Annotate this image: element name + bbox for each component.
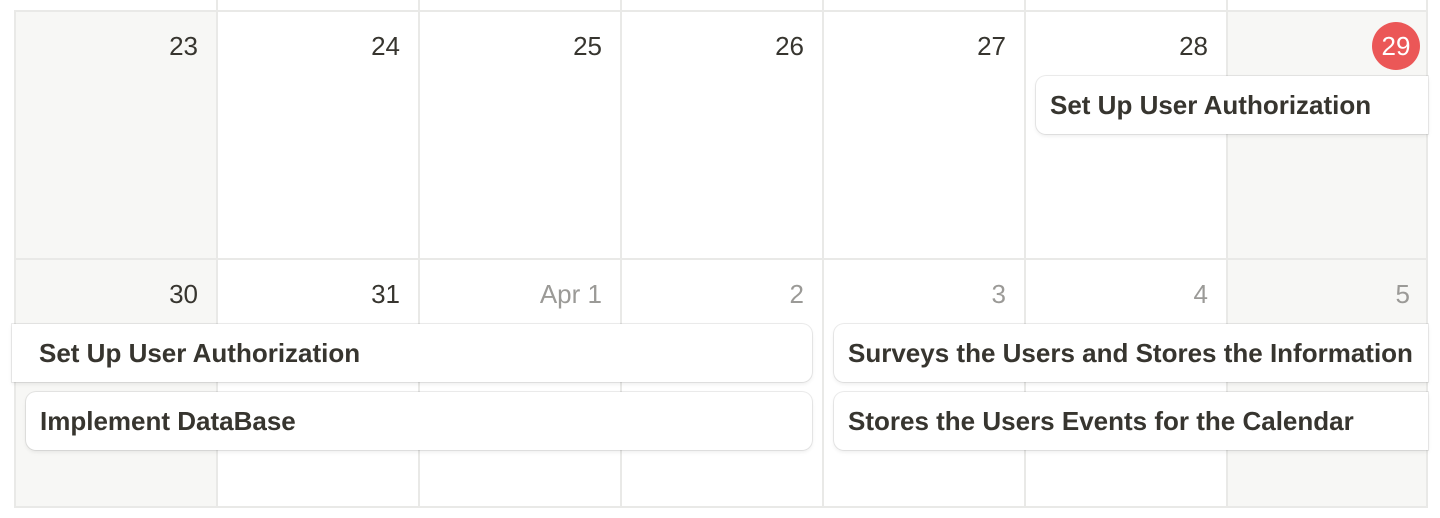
event-title: Implement DataBase xyxy=(40,405,296,436)
day-cell-apr-1[interactable]: Apr 1 xyxy=(418,258,620,508)
day-number: 31 xyxy=(371,279,400,309)
day-number: 24 xyxy=(371,31,400,61)
event-title: Stores the Users Events for the Calendar xyxy=(848,405,1354,436)
event-card[interactable]: Stores the Users Events for the Calendar xyxy=(834,392,1428,450)
day-number: 25 xyxy=(573,31,602,61)
event-card[interactable]: Set Up User Authorization xyxy=(1036,76,1428,134)
day-cell-24[interactable]: 24 xyxy=(216,10,418,258)
day-cell-apr-5[interactable]: 5 xyxy=(1226,258,1428,508)
day-number: 3 xyxy=(991,279,1006,309)
day-cell-26[interactable]: 26 xyxy=(620,10,822,258)
event-title: Surveys the Users and Stores the Informa… xyxy=(848,337,1413,368)
day-number: 26 xyxy=(775,31,804,61)
day-number: 28 xyxy=(1179,31,1208,61)
day-number: 2 xyxy=(789,279,804,309)
day-number: Apr 1 xyxy=(539,279,602,309)
day-number: 30 xyxy=(169,279,198,309)
event-title: Set Up User Authorization xyxy=(39,337,361,368)
day-number: 4 xyxy=(1193,279,1208,309)
today-badge: 29 xyxy=(1372,22,1420,70)
day-cell-apr-3[interactable]: 3 xyxy=(822,258,1024,508)
day-cell-apr-4[interactable]: 4 xyxy=(1024,258,1226,508)
day-number: 23 xyxy=(169,31,198,61)
day-number: 5 xyxy=(1395,279,1410,309)
day-number: 27 xyxy=(977,31,1006,61)
event-card[interactable]: Surveys the Users and Stores the Informa… xyxy=(834,324,1428,382)
day-cell-apr-2[interactable]: 2 xyxy=(620,258,822,508)
event-title: Set Up User Authorization xyxy=(1050,89,1372,120)
event-card[interactable]: Implement DataBase xyxy=(26,392,812,450)
grid-line xyxy=(14,506,1428,508)
day-cell-30[interactable]: 30 xyxy=(14,258,216,508)
day-cell-25[interactable]: 25 xyxy=(418,10,620,258)
event-card[interactable]: Set Up User Authorization xyxy=(12,324,812,382)
day-cell-27[interactable]: 27 xyxy=(822,10,1024,258)
calendar-month-view: 23 24 25 26 27 28 29 30 31 Apr 1 2 3 4 5… xyxy=(0,0,1440,518)
day-cell-28[interactable]: 28 xyxy=(1024,10,1226,258)
day-cell-31[interactable]: 31 xyxy=(216,258,418,508)
day-cell-23[interactable]: 23 xyxy=(14,10,216,258)
day-cell-29[interactable]: 29 xyxy=(1226,10,1428,258)
